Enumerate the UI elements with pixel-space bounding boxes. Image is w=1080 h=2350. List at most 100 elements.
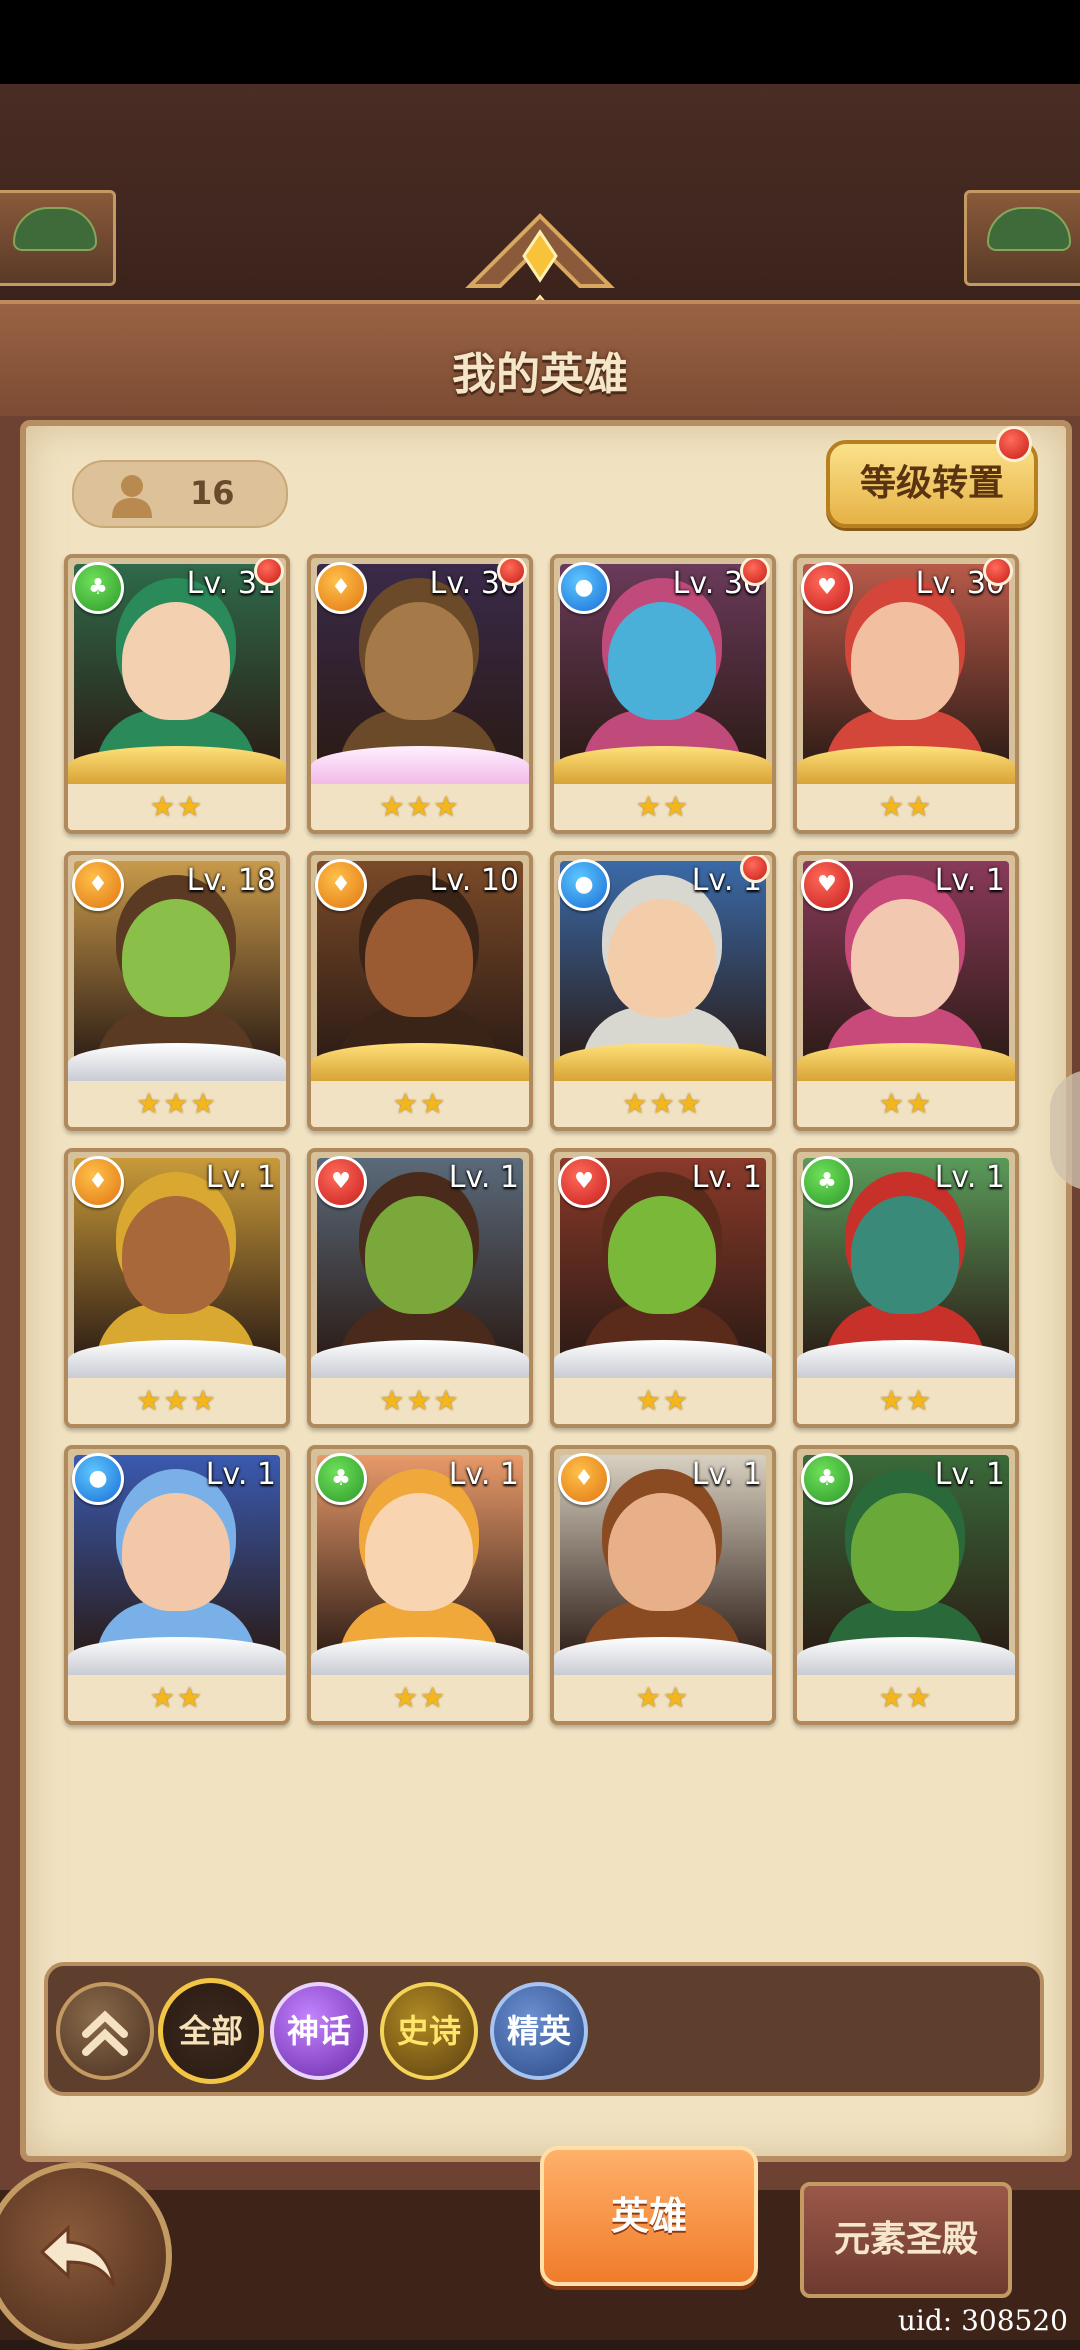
star-rating: ★★ (797, 1081, 1015, 1127)
hero-card[interactable]: ★★ ♣ Lv. 1 (793, 1148, 1019, 1428)
hero-face (608, 1196, 716, 1314)
hero-face (608, 602, 716, 720)
hero-card[interactable]: ★★★ ♥ Lv. 1 (307, 1148, 533, 1428)
star-rating: ★★ (554, 1378, 772, 1424)
element-icon: ♣ (315, 1453, 367, 1505)
rarity-frame (311, 1043, 529, 1083)
tab-element-temple-label: 元素圣殿 (833, 2219, 978, 2260)
rarity-frame (554, 746, 772, 786)
user-id: uid: 308520 (897, 2304, 1068, 2337)
hero-card[interactable]: ★★★ ♦ Lv. 18 (64, 851, 290, 1131)
element-icon: ♣ (72, 562, 124, 614)
tab-element-temple[interactable]: 元素圣殿 (800, 2182, 1012, 2298)
hero-level: Lv. 1 (691, 1457, 762, 1492)
rarity-frame (68, 746, 286, 786)
hero-card[interactable]: ★★★ ● Lv. 1 (550, 851, 776, 1131)
element-icon: ♥ (801, 562, 853, 614)
star-rating: ★★ (797, 1675, 1015, 1721)
element-icon: ♦ (72, 859, 124, 911)
star-rating: ★★★ (554, 1081, 772, 1127)
hero-card[interactable]: ★★ ♣ Lv. 31 (64, 554, 290, 834)
element-icon: ● (558, 859, 610, 911)
hero-level: Lv. 1 (934, 863, 1005, 898)
hero-face (365, 602, 473, 720)
hero-level: Lv. 1 (205, 1160, 276, 1195)
new-alert-dot (740, 855, 770, 883)
stars-icon: ★★ (635, 1681, 691, 1714)
stars-icon: ★★ (878, 1681, 934, 1714)
element-icon: ♦ (558, 1453, 610, 1505)
rarity-frame (554, 1637, 772, 1677)
star-rating: ★★★ (311, 784, 529, 830)
hero-level: Lv. 10 (429, 863, 519, 898)
stars-icon: ★★ (635, 790, 691, 823)
filter-elite-button[interactable]: 精英 (490, 1982, 588, 2080)
hero-level: Lv. 1 (205, 1457, 276, 1492)
tab-heroes[interactable]: 英雄 (540, 2146, 758, 2286)
hero-face (122, 899, 230, 1017)
element-icon: ♥ (558, 1156, 610, 1208)
stars-icon: ★★ (149, 790, 205, 823)
rarity-frame (797, 1340, 1015, 1380)
hero-face (851, 1196, 959, 1314)
rarity-frame (554, 1340, 772, 1380)
hero-card[interactable]: ★★ ♥ Lv. 1 (793, 851, 1019, 1131)
hero-face (365, 1196, 473, 1314)
hero-face (608, 1493, 716, 1611)
hero-card[interactable]: ★★ ● Lv. 30 (550, 554, 776, 834)
hero-card[interactable]: ★★ ♦ Lv. 10 (307, 851, 533, 1131)
back-arrow-icon (39, 2224, 116, 2287)
stars-icon: ★★ (635, 1384, 691, 1417)
hero-face (365, 1493, 473, 1611)
element-icon: ● (558, 562, 610, 614)
filter-myth-button[interactable]: 神话 (270, 1982, 368, 2080)
hero-grid: ★★ ♣ Lv. 31 ★★★ ♦ Lv. 30 ★★ ● Lv. 30 ★★ ♥ Lv. 30 ★★★… (64, 554, 1024, 1725)
star-rating: ★★★ (68, 1378, 286, 1424)
person-icon (112, 475, 152, 518)
hero-card[interactable]: ★★ ♣ Lv. 1 (793, 1445, 1019, 1725)
hero-card[interactable]: ★★ ● Lv. 1 (64, 1445, 290, 1725)
status-bar (0, 0, 1080, 84)
stars-icon: ★★★ (622, 1087, 704, 1120)
hero-face (365, 899, 473, 1017)
hero-card[interactable]: ★★ ♥ Lv. 1 (550, 1148, 776, 1428)
rarity-frame (797, 1043, 1015, 1083)
star-rating: ★★ (554, 1675, 772, 1721)
element-icon: ♣ (801, 1453, 853, 1505)
element-icon: ♥ (801, 859, 853, 911)
star-rating: ★★ (311, 1675, 529, 1721)
star-rating: ★★ (554, 784, 772, 830)
star-rating: ★★ (797, 1378, 1015, 1424)
stars-icon: ★★ (392, 1681, 448, 1714)
hero-card[interactable]: ★★ ♦ Lv. 1 (550, 1445, 776, 1725)
rarity-frame (797, 746, 1015, 786)
stars-icon: ★★ (878, 1087, 934, 1120)
hero-face (851, 602, 959, 720)
new-alert-dot (740, 558, 770, 586)
hero-count-value: 16 (190, 474, 235, 512)
hero-card[interactable]: ★★★ ♦ Lv. 1 (64, 1148, 290, 1428)
double-chevron-up-icon (82, 2010, 128, 2056)
stars-icon: ★★ (149, 1681, 205, 1714)
rarity-frame (68, 1043, 286, 1083)
hero-count-badge: 16 (72, 460, 288, 528)
filter-epic-button[interactable]: 史诗 (380, 1982, 478, 2080)
star-rating: ★★ (68, 1675, 286, 1721)
stars-icon: ★★★ (379, 1384, 461, 1417)
rarity-frame (68, 1637, 286, 1677)
star-rating: ★★★ (311, 1378, 529, 1424)
stars-icon: ★★★ (136, 1087, 218, 1120)
tab-heroes-label: 英雄 (610, 2194, 687, 2238)
rarity-frame (554, 1043, 772, 1083)
hero-face (122, 602, 230, 720)
hero-card[interactable]: ★★ ♥ Lv. 30 (793, 554, 1019, 834)
filter-all-button[interactable]: 全部 (158, 1978, 264, 2084)
left-pillar-decoration (0, 190, 116, 286)
element-icon: ♦ (315, 562, 367, 614)
collapse-filter-button[interactable] (56, 1982, 154, 2080)
hero-card[interactable]: ★★★ ♦ Lv. 30 (307, 554, 533, 834)
level-reset-alert-dot (996, 426, 1032, 462)
star-rating: ★★ (311, 1081, 529, 1127)
hero-card[interactable]: ★★ ♣ Lv. 1 (307, 1445, 533, 1725)
element-icon: ♥ (315, 1156, 367, 1208)
